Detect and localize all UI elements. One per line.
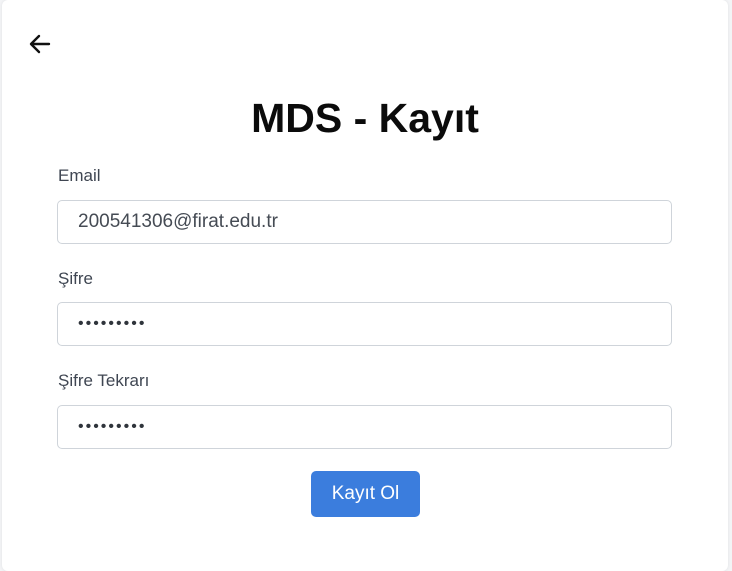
email-label: Email bbox=[58, 166, 101, 185]
password-confirm-field[interactable] bbox=[57, 405, 672, 449]
password-confirm-label: Şifre Tekrarı bbox=[58, 371, 150, 390]
password-field[interactable] bbox=[57, 302, 672, 346]
email-field[interactable] bbox=[57, 200, 672, 244]
register-button[interactable]: Kayıt Ol bbox=[311, 471, 420, 517]
back-button[interactable] bbox=[26, 30, 54, 58]
arrow-left-icon bbox=[29, 34, 51, 54]
password-label: Şifre bbox=[58, 269, 93, 288]
page-title: MDS - Kayıt bbox=[251, 95, 479, 141]
register-card: MDS - Kayıt Email Şifre Şifre Tekrarı Ka… bbox=[2, 0, 728, 571]
